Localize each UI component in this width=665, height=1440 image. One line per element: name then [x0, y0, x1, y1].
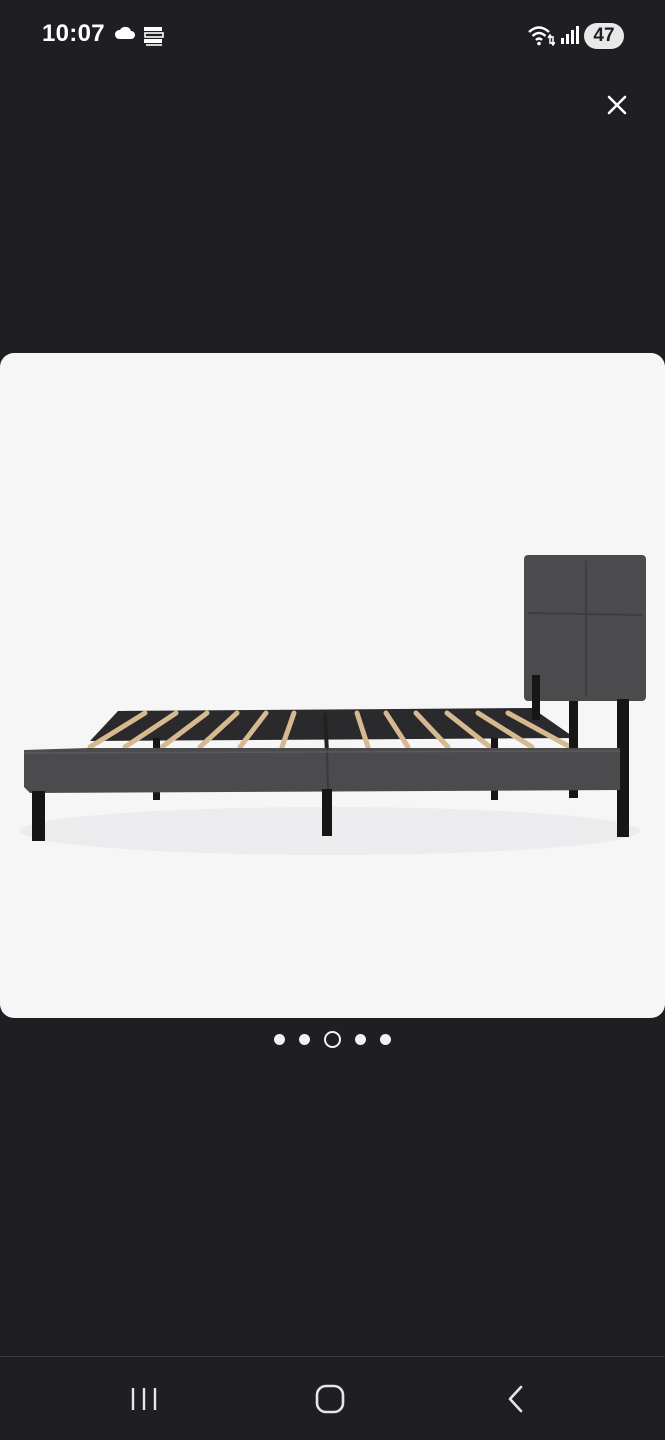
- wifi-icon: [527, 24, 556, 51]
- battery-indicator: 47: [584, 23, 624, 49]
- back-button[interactable]: [486, 1379, 546, 1419]
- back-icon: [508, 1385, 523, 1413]
- page-dot-1[interactable]: [274, 1033, 285, 1045]
- status-time: 10:07: [42, 20, 105, 47]
- page-dot-2[interactable]: [299, 1033, 310, 1045]
- status-bar: 10:07 47: [0, 0, 665, 58]
- image-pagination: [0, 1028, 665, 1050]
- product-image[interactable]: [0, 353, 665, 1018]
- home-icon: [315, 1384, 345, 1414]
- recent-apps-button[interactable]: [114, 1379, 174, 1419]
- signal-icon: [560, 26, 580, 49]
- cloud-icon: [114, 26, 136, 45]
- page-dot-5[interactable]: [380, 1033, 391, 1045]
- page-dot-3-active[interactable]: [324, 1030, 341, 1048]
- navigation-bar: [0, 1357, 665, 1440]
- stack-icon: [142, 24, 166, 53]
- recent-apps-icon: [131, 1388, 157, 1410]
- bed-illustration: [20, 555, 646, 855]
- close-button[interactable]: [600, 88, 634, 122]
- home-button[interactable]: [300, 1379, 360, 1419]
- close-icon: [607, 95, 627, 115]
- page-dot-4[interactable]: [355, 1033, 366, 1045]
